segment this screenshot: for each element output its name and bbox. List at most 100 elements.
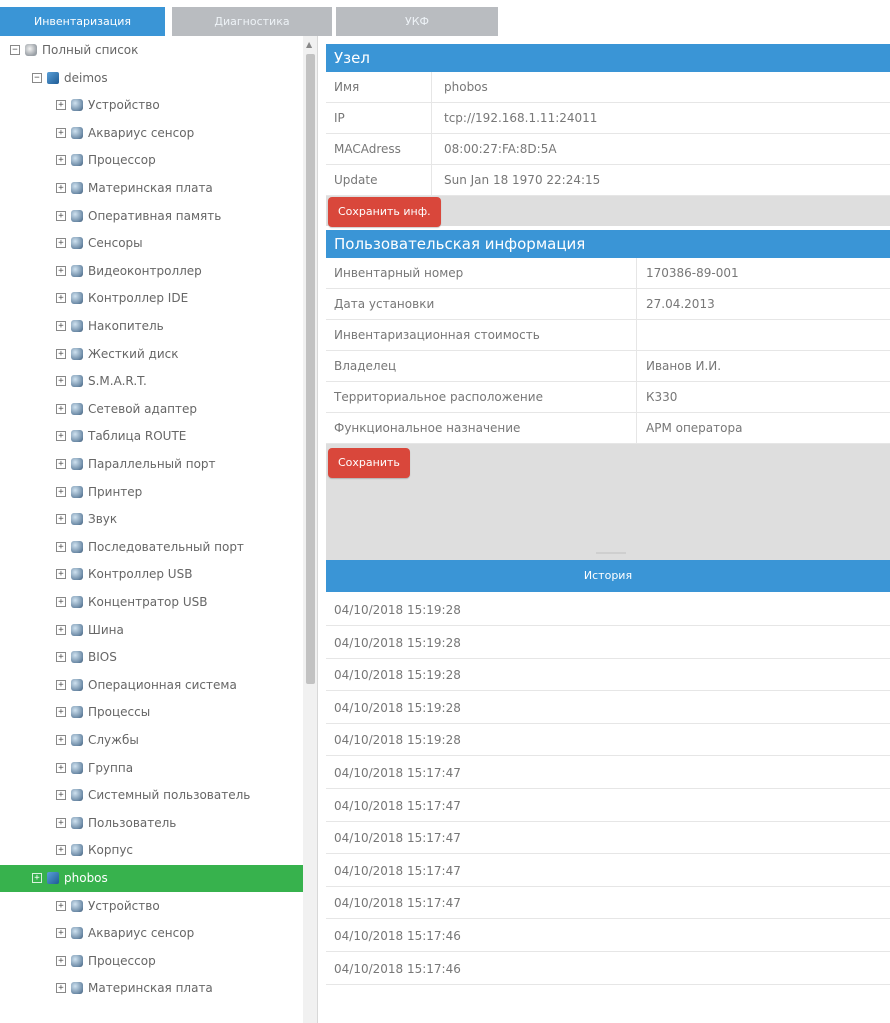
collapse-icon[interactable]: − bbox=[32, 72, 42, 83]
tree-item[interactable]: + Видеоконтроллер bbox=[0, 258, 303, 285]
tab-diagnostics[interactable]: Диагностика bbox=[172, 7, 332, 36]
tree-item[interactable]: + Контроллер USB bbox=[0, 561, 303, 588]
tree-item[interactable]: + Оперативная память bbox=[0, 203, 303, 230]
tree-item[interactable]: + Сетевой адаптер bbox=[0, 396, 303, 423]
user-field-value[interactable]: К330 bbox=[646, 382, 677, 413]
expand-icon[interactable]: + bbox=[56, 431, 66, 442]
tree-item[interactable]: + Таблица ROUTE bbox=[0, 423, 303, 450]
history-row[interactable]: 04/10/2018 15:17:47 bbox=[326, 822, 890, 855]
expand-icon[interactable]: + bbox=[56, 679, 66, 690]
expand-icon[interactable]: + bbox=[56, 983, 66, 994]
tree-item[interactable]: + Пользователь bbox=[0, 810, 303, 837]
tree-item[interactable]: + Жесткий диск bbox=[0, 341, 303, 368]
expand-icon[interactable]: + bbox=[56, 624, 66, 635]
user-field-value[interactable]: АРМ оператора bbox=[646, 413, 742, 444]
scroll-thumb[interactable] bbox=[306, 54, 315, 684]
expand-icon[interactable]: + bbox=[56, 127, 66, 138]
tree-item[interactable]: + Накопитель bbox=[0, 313, 303, 340]
expand-icon[interactable]: + bbox=[56, 845, 66, 856]
user-field-value[interactable]: 170386-89-001 bbox=[646, 258, 739, 289]
expand-icon[interactable]: + bbox=[56, 100, 66, 111]
expand-icon[interactable]: + bbox=[56, 293, 66, 304]
expand-icon[interactable]: + bbox=[56, 652, 66, 663]
history-row[interactable]: 04/10/2018 15:17:47 bbox=[326, 854, 890, 887]
expand-icon[interactable]: + bbox=[56, 486, 66, 497]
expand-icon[interactable]: + bbox=[56, 238, 66, 249]
tree-item[interactable]: + Процессы bbox=[0, 699, 303, 726]
tree-host-node[interactable]: − deimos bbox=[0, 65, 303, 92]
tree-item[interactable]: + Корпус bbox=[0, 837, 303, 864]
tab-ukf[interactable]: УКФ bbox=[336, 7, 498, 36]
expand-icon[interactable]: + bbox=[56, 928, 66, 939]
expand-icon[interactable]: + bbox=[56, 376, 66, 387]
tree-item[interactable]: + Службы bbox=[0, 727, 303, 754]
user-field-value[interactable]: Иванов И.И. bbox=[646, 351, 721, 382]
tree-item[interactable]: + Последовательный порт bbox=[0, 534, 303, 561]
tree-item[interactable]: + Процессор bbox=[0, 147, 303, 174]
tree-item[interactable]: + Процессор bbox=[0, 948, 303, 975]
history-row[interactable]: 04/10/2018 15:19:28 bbox=[326, 691, 890, 724]
tree-scrollbar[interactable]: ▲ bbox=[303, 36, 317, 1023]
tree-item[interactable]: + Шина bbox=[0, 617, 303, 644]
expand-icon[interactable]: + bbox=[56, 817, 66, 828]
history-row[interactable]: 04/10/2018 15:19:28 bbox=[326, 594, 890, 626]
save-info-button[interactable]: Сохранить инф. bbox=[328, 197, 441, 227]
history-row[interactable]: 04/10/2018 15:19:28 bbox=[326, 724, 890, 757]
tree-item[interactable]: + BIOS bbox=[0, 644, 303, 671]
tree-item[interactable]: + Сенсоры bbox=[0, 230, 303, 257]
expand-icon[interactable]: + bbox=[56, 762, 66, 773]
tree-item[interactable]: + Материнская плата bbox=[0, 975, 303, 1002]
collapse-icon[interactable]: − bbox=[10, 45, 20, 55]
expand-icon[interactable]: + bbox=[56, 348, 66, 359]
tree-item[interactable]: + Концентратор USB bbox=[0, 589, 303, 616]
user-field-value[interactable]: 27.04.2013 bbox=[646, 289, 715, 320]
expand-icon[interactable]: + bbox=[56, 210, 66, 221]
expand-icon[interactable]: + bbox=[56, 707, 66, 718]
component-icon bbox=[71, 209, 83, 222]
tree-item[interactable]: + Аквариус сенсор bbox=[0, 120, 303, 147]
history-row[interactable]: 04/10/2018 15:19:28 bbox=[326, 626, 890, 659]
history-row[interactable]: 04/10/2018 15:17:47 bbox=[326, 757, 890, 789]
tree-item[interactable]: + Устройство bbox=[0, 92, 303, 119]
expand-icon[interactable]: + bbox=[56, 790, 66, 801]
tree-item[interactable]: + Материнская плата bbox=[0, 175, 303, 202]
component-icon bbox=[71, 899, 83, 912]
save-button[interactable]: Сохранить bbox=[328, 448, 410, 478]
history-row[interactable]: 04/10/2018 15:17:46 bbox=[326, 952, 890, 985]
expand-icon[interactable]: + bbox=[56, 321, 66, 331]
history-row[interactable]: 04/10/2018 15:17:47 bbox=[326, 789, 890, 822]
tree-item[interactable]: + Параллельный порт bbox=[0, 451, 303, 478]
expand-icon[interactable]: + bbox=[56, 403, 66, 414]
history-row[interactable]: 04/10/2018 15:17:46 bbox=[326, 920, 890, 952]
tree-item[interactable]: + Принтер bbox=[0, 479, 303, 506]
tab-inventory[interactable]: Инвентаризация bbox=[0, 7, 165, 36]
tree-host-node[interactable]: + phobos bbox=[0, 865, 303, 892]
scroll-up-icon[interactable]: ▲ bbox=[306, 40, 312, 49]
expand-icon[interactable]: + bbox=[56, 955, 66, 966]
expand-icon[interactable]: + bbox=[56, 514, 66, 525]
component-icon bbox=[71, 706, 83, 719]
tree-item[interactable]: + Устройство bbox=[0, 893, 303, 920]
expand-icon[interactable]: + bbox=[56, 597, 66, 607]
tree-item[interactable]: + Звук bbox=[0, 506, 303, 533]
expand-icon[interactable]: + bbox=[56, 735, 66, 745]
splitter-handle[interactable] bbox=[596, 552, 626, 554]
tree-item[interactable]: + Аквариус сенсор bbox=[0, 920, 303, 947]
tree-item[interactable]: + Группа bbox=[0, 755, 303, 782]
expand-icon[interactable]: + bbox=[56, 155, 66, 166]
expand-icon[interactable]: + bbox=[56, 183, 66, 193]
expand-icon[interactable]: + bbox=[56, 265, 66, 276]
expand-icon[interactable]: + bbox=[56, 459, 66, 469]
tree-item[interactable]: + Операционная система bbox=[0, 672, 303, 699]
tree-item[interactable]: + Контроллер IDE bbox=[0, 285, 303, 312]
expand-icon[interactable]: + bbox=[56, 900, 66, 911]
tree-item[interactable]: + Системный пользователь bbox=[0, 782, 303, 809]
tree-root[interactable]: − Полный список bbox=[0, 37, 303, 64]
history-row[interactable]: 04/10/2018 15:19:28 bbox=[326, 659, 890, 692]
expand-icon[interactable]: + bbox=[32, 873, 42, 883]
tree-item-label: Полный список bbox=[42, 43, 139, 57]
expand-icon[interactable]: + bbox=[56, 541, 66, 552]
tree-item[interactable]: + S.M.A.R.T. bbox=[0, 368, 303, 395]
history-row[interactable]: 04/10/2018 15:17:47 bbox=[326, 887, 890, 920]
expand-icon[interactable]: + bbox=[56, 569, 66, 580]
